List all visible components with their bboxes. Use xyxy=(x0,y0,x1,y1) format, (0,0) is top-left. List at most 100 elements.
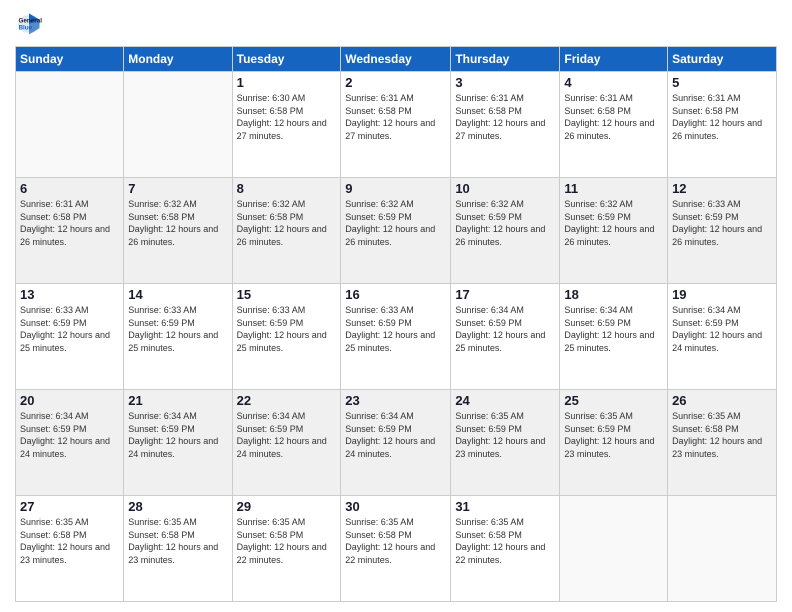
calendar-day-cell: 7 Sunrise: 6:32 AMSunset: 6:58 PMDaylight… xyxy=(124,178,232,284)
calendar-day-cell xyxy=(560,496,668,602)
calendar-day-cell: 11 Sunrise: 6:32 AMSunset: 6:59 PMDayligh… xyxy=(560,178,668,284)
day-info: Sunrise: 6:31 AMSunset: 6:58 PMDaylight:… xyxy=(345,92,446,142)
day-info: Sunrise: 6:30 AMSunset: 6:58 PMDaylight:… xyxy=(237,92,337,142)
day-number: 28 xyxy=(128,499,227,514)
page: General Blue SundayMondayTuesdayWednesda… xyxy=(0,0,792,612)
calendar-day-cell: 25Sunrise: 6:35 AMSunset: 6:59 PMDayligh… xyxy=(560,390,668,496)
calendar-day-cell xyxy=(124,72,232,178)
header: General Blue xyxy=(15,10,777,38)
day-info: Sunrise: 6:35 AMSunset: 6:58 PMDaylight:… xyxy=(128,516,227,566)
day-number: 2 xyxy=(345,75,446,90)
day-info: Sunrise: 6:34 AMSunset: 6:59 PMDaylight:… xyxy=(128,410,227,460)
day-info: Sunrise: 6:33 AMSunset: 6:59 PMDaylight:… xyxy=(237,304,337,354)
calendar-day-cell xyxy=(668,496,777,602)
day-number: 29 xyxy=(237,499,337,514)
day-number: 4 xyxy=(564,75,663,90)
day-info: Sunrise: 6:32 AMSunset: 6:59 PMDaylight:… xyxy=(345,198,446,248)
day-info: Sunrise: 6:35 AMSunset: 6:58 PMDaylight:… xyxy=(672,410,772,460)
day-info: Sunrise: 6:34 AMSunset: 6:59 PMDaylight:… xyxy=(564,304,663,354)
logo-icon: General Blue xyxy=(15,10,43,38)
calendar-week-row: 6 Sunrise: 6:31 AMSunset: 6:58 PMDaylight… xyxy=(16,178,777,284)
day-number: 5 xyxy=(672,75,772,90)
day-number: 11 xyxy=(564,181,663,196)
day-info: Sunrise: 6:31 AMSunset: 6:58 PMDaylight:… xyxy=(672,92,772,142)
calendar-week-row: 27 Sunrise: 6:35 AMSunset: 6:58 PMDayligh… xyxy=(16,496,777,602)
calendar-day-cell: 14Sunrise: 6:33 AMSunset: 6:59 PMDayligh… xyxy=(124,284,232,390)
col-header-friday: Friday xyxy=(560,47,668,72)
calendar-day-cell: 5 Sunrise: 6:31 AMSunset: 6:58 PMDaylight… xyxy=(668,72,777,178)
calendar-day-cell: 31Sunrise: 6:35 AMSunset: 6:58 PMDayligh… xyxy=(451,496,560,602)
day-info: Sunrise: 6:33 AMSunset: 6:59 PMDaylight:… xyxy=(128,304,227,354)
calendar-day-cell xyxy=(16,72,124,178)
svg-text:General: General xyxy=(19,18,43,25)
day-number: 22 xyxy=(237,393,337,408)
day-number: 24 xyxy=(455,393,555,408)
day-info: Sunrise: 6:35 AMSunset: 6:59 PMDaylight:… xyxy=(455,410,555,460)
day-info: Sunrise: 6:31 AMSunset: 6:58 PMDaylight:… xyxy=(564,92,663,142)
day-info: Sunrise: 6:31 AMSunset: 6:58 PMDaylight:… xyxy=(20,198,119,248)
calendar-day-cell: 29 Sunrise: 6:35 AMSunset: 6:58 PMDayligh… xyxy=(232,496,341,602)
day-number: 26 xyxy=(672,393,772,408)
day-info: Sunrise: 6:35 AMSunset: 6:58 PMDaylight:… xyxy=(20,516,119,566)
day-number: 23 xyxy=(345,393,446,408)
day-number: 15 xyxy=(237,287,337,302)
calendar-week-row: 13 Sunrise: 6:33 AMSunset: 6:59 PMDayligh… xyxy=(16,284,777,390)
calendar-day-cell: 2 Sunrise: 6:31 AMSunset: 6:58 PMDaylight… xyxy=(341,72,451,178)
day-number: 6 xyxy=(20,181,119,196)
day-info: Sunrise: 6:35 AMSunset: 6:58 PMDaylight:… xyxy=(455,516,555,566)
day-info: Sunrise: 6:32 AMSunset: 6:59 PMDaylight:… xyxy=(564,198,663,248)
day-info: Sunrise: 6:34 AMSunset: 6:59 PMDaylight:… xyxy=(237,410,337,460)
calendar-day-cell: 16 Sunrise: 6:33 AMSunset: 6:59 PMDayligh… xyxy=(341,284,451,390)
svg-text:Blue: Blue xyxy=(19,25,33,32)
day-info: Sunrise: 6:32 AMSunset: 6:58 PMDaylight:… xyxy=(128,198,227,248)
day-number: 8 xyxy=(237,181,337,196)
day-info: Sunrise: 6:35 AMSunset: 6:58 PMDaylight:… xyxy=(345,516,446,566)
calendar-day-cell: 8 Sunrise: 6:32 AMSunset: 6:58 PMDaylight… xyxy=(232,178,341,284)
calendar-day-cell: 23 Sunrise: 6:34 AMSunset: 6:59 PMDayligh… xyxy=(341,390,451,496)
calendar-day-cell: 15 Sunrise: 6:33 AMSunset: 6:59 PMDayligh… xyxy=(232,284,341,390)
calendar-day-cell: 30 Sunrise: 6:35 AMSunset: 6:58 PMDayligh… xyxy=(341,496,451,602)
day-number: 7 xyxy=(128,181,227,196)
day-number: 3 xyxy=(455,75,555,90)
day-info: Sunrise: 6:31 AMSunset: 6:58 PMDaylight:… xyxy=(455,92,555,142)
day-number: 12 xyxy=(672,181,772,196)
day-number: 17 xyxy=(455,287,555,302)
calendar-day-cell: 21 Sunrise: 6:34 AMSunset: 6:59 PMDayligh… xyxy=(124,390,232,496)
day-info: Sunrise: 6:35 AMSunset: 6:58 PMDaylight:… xyxy=(237,516,337,566)
day-number: 27 xyxy=(20,499,119,514)
calendar-day-cell: 18 Sunrise: 6:34 AMSunset: 6:59 PMDayligh… xyxy=(560,284,668,390)
calendar-header-row: SundayMondayTuesdayWednesdayThursdayFrid… xyxy=(16,47,777,72)
day-info: Sunrise: 6:34 AMSunset: 6:59 PMDaylight:… xyxy=(345,410,446,460)
calendar-day-cell: 6 Sunrise: 6:31 AMSunset: 6:58 PMDaylight… xyxy=(16,178,124,284)
logo: General Blue xyxy=(15,10,43,38)
calendar-week-row: 1Sunrise: 6:30 AMSunset: 6:58 PMDaylight… xyxy=(16,72,777,178)
calendar-day-cell: 9 Sunrise: 6:32 AMSunset: 6:59 PMDaylight… xyxy=(341,178,451,284)
calendar-table: SundayMondayTuesdayWednesdayThursdayFrid… xyxy=(15,46,777,602)
calendar-day-cell: 3 Sunrise: 6:31 AMSunset: 6:58 PMDaylight… xyxy=(451,72,560,178)
calendar-day-cell: 20Sunrise: 6:34 AMSunset: 6:59 PMDayligh… xyxy=(16,390,124,496)
day-info: Sunrise: 6:33 AMSunset: 6:59 PMDaylight:… xyxy=(345,304,446,354)
day-number: 10 xyxy=(455,181,555,196)
day-info: Sunrise: 6:32 AMSunset: 6:58 PMDaylight:… xyxy=(237,198,337,248)
col-header-saturday: Saturday xyxy=(668,47,777,72)
calendar-day-cell: 24 Sunrise: 6:35 AMSunset: 6:59 PMDayligh… xyxy=(451,390,560,496)
day-number: 30 xyxy=(345,499,446,514)
day-number: 16 xyxy=(345,287,446,302)
col-header-wednesday: Wednesday xyxy=(341,47,451,72)
day-number: 9 xyxy=(345,181,446,196)
day-number: 19 xyxy=(672,287,772,302)
col-header-sunday: Sunday xyxy=(16,47,124,72)
day-info: Sunrise: 6:34 AMSunset: 6:59 PMDaylight:… xyxy=(20,410,119,460)
col-header-tuesday: Tuesday xyxy=(232,47,341,72)
day-number: 13 xyxy=(20,287,119,302)
day-number: 21 xyxy=(128,393,227,408)
calendar-day-cell: 22 Sunrise: 6:34 AMSunset: 6:59 PMDayligh… xyxy=(232,390,341,496)
calendar-day-cell: 10 Sunrise: 6:32 AMSunset: 6:59 PMDayligh… xyxy=(451,178,560,284)
day-info: Sunrise: 6:32 AMSunset: 6:59 PMDaylight:… xyxy=(455,198,555,248)
calendar-day-cell: 19Sunrise: 6:34 AMSunset: 6:59 PMDayligh… xyxy=(668,284,777,390)
day-number: 18 xyxy=(564,287,663,302)
calendar-day-cell: 12Sunrise: 6:33 AMSunset: 6:59 PMDayligh… xyxy=(668,178,777,284)
day-info: Sunrise: 6:33 AMSunset: 6:59 PMDaylight:… xyxy=(20,304,119,354)
calendar-day-cell: 17Sunrise: 6:34 AMSunset: 6:59 PMDayligh… xyxy=(451,284,560,390)
day-info: Sunrise: 6:35 AMSunset: 6:59 PMDaylight:… xyxy=(564,410,663,460)
